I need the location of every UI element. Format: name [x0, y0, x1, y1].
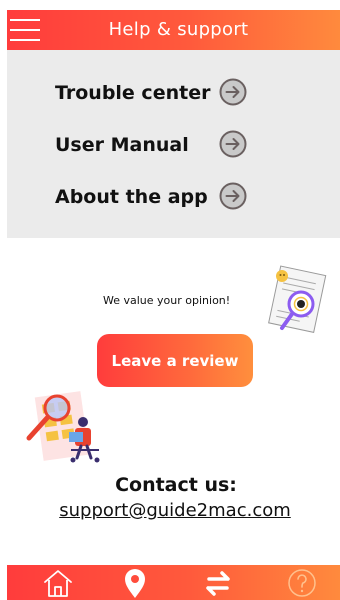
- contact-heading: Contact us:: [115, 474, 237, 496]
- home-icon[interactable]: [41, 567, 75, 599]
- arrow-right-circle-icon[interactable]: [219, 130, 247, 158]
- swap-arrows-icon[interactable]: [201, 567, 235, 599]
- page-title: Help & support: [108, 19, 249, 40]
- app-header: Help & support: [7, 10, 340, 50]
- leave-review-button[interactable]: Leave a review: [97, 334, 253, 387]
- feedback-prompt: We value your opinion!: [103, 294, 231, 307]
- location-pin-icon[interactable]: [118, 567, 152, 599]
- bottom-navigation-bar: [7, 565, 340, 600]
- help-menu-panel: Trouble center User Manual About the app: [7, 50, 340, 238]
- arrow-right-circle-icon[interactable]: [219, 182, 247, 210]
- search-documents-illustration: [26, 391, 100, 463]
- menu-item-trouble-center[interactable]: Trouble center: [55, 76, 295, 112]
- arrow-right-circle-icon[interactable]: [219, 78, 247, 106]
- menu-item-about-app[interactable]: About the app: [55, 180, 295, 216]
- menu-item-label: About the app: [55, 186, 208, 208]
- menu-item-label: User Manual: [55, 134, 189, 156]
- contact-email-link[interactable]: support@guide2mac.com: [0, 500, 340, 521]
- menu-item-label: Trouble center: [55, 82, 211, 104]
- menu-item-user-manual[interactable]: User Manual: [55, 128, 295, 164]
- document-review-illustration: [268, 265, 327, 333]
- help-icon[interactable]: [285, 567, 319, 599]
